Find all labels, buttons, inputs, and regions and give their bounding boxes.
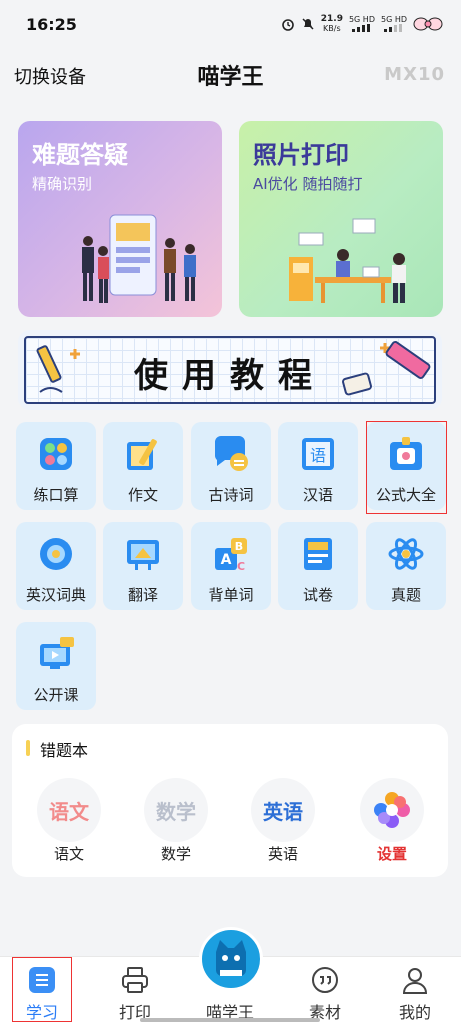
speed-value: 21.9: [320, 14, 343, 24]
switch-device-button[interactable]: 切换设备: [14, 63, 86, 89]
signal-2-label: 5G HD: [380, 14, 407, 24]
photo-print-card[interactable]: 照片打印 AI优化 随拍随打: [239, 121, 443, 317]
status-time: 16:25: [26, 14, 77, 34]
tool-label: 翻译: [127, 586, 158, 604]
tool-translate[interactable]: 翻译: [103, 522, 183, 610]
tool-past-papers[interactable]: 真题: [366, 522, 446, 610]
selection-highlight: [366, 421, 447, 514]
device-model-label: MX10: [384, 64, 445, 85]
tool-test-paper[interactable]: 试卷: [278, 522, 358, 610]
signal-1-label: 5G HD: [348, 14, 375, 24]
chinese-char-icon: 语: [302, 438, 334, 470]
battery-bow-icon: [413, 17, 443, 31]
subject-chinese[interactable]: 语文 语文: [29, 778, 109, 868]
nav-mine-label: 我的: [398, 1003, 431, 1022]
speed-unit: KB/s: [323, 24, 341, 33]
quote-bubble-icon: [312, 967, 338, 993]
tool-oral-arithmetic[interactable]: 练口算: [16, 422, 96, 510]
tool-label: 练口算: [33, 486, 79, 504]
svg-text:B: B: [235, 540, 243, 553]
nav-mine[interactable]: 我的: [380, 957, 450, 1024]
tool-dictionary[interactable]: 英汉词典: [16, 522, 96, 610]
translate-board-icon: [127, 540, 159, 570]
photo-print-card-subtitle: AI优化 随拍随打: [253, 175, 363, 193]
subject-label: 语文: [53, 845, 84, 863]
calculator-icon: [40, 438, 72, 470]
svg-text:C: C: [237, 560, 245, 573]
atom-icon: [388, 538, 424, 570]
alarm-icon: [281, 19, 294, 31]
qa-card[interactable]: 难题答疑 精确识别: [18, 121, 222, 317]
qa-illustration-icon: [82, 214, 196, 303]
subject-label: 英语: [267, 845, 298, 863]
subject-english-badge: 英语: [251, 778, 315, 842]
mute-icon: [302, 18, 314, 30]
tool-vocabulary[interactable]: ABC 背单词: [191, 522, 271, 610]
status-icons: 21.9 KB/s 5G HD 5G HD: [281, 15, 443, 34]
tool-poetry[interactable]: 古诗词: [191, 422, 271, 510]
nav-material[interactable]: 素材: [290, 957, 360, 1024]
tool-label: 英汉词典: [25, 586, 86, 604]
dictionary-icon: [40, 538, 72, 570]
nav-print[interactable]: 打印: [100, 957, 170, 1024]
tutorial-label: 使用教程: [134, 356, 326, 396]
tool-label: 背单词: [208, 586, 254, 604]
pencil-book-icon: [127, 439, 157, 470]
abc-blocks-icon: ABC: [215, 538, 247, 573]
signal-2: 5G HD: [381, 15, 407, 34]
mistake-notebook-title: 错题本: [40, 741, 89, 760]
subject-math-badge: 数学: [144, 778, 208, 842]
tool-label: 公开课: [33, 686, 79, 704]
test-paper-icon: [304, 538, 332, 570]
section-accent-bar: [26, 740, 30, 756]
settings-flower-icon: [360, 778, 424, 842]
subject-english[interactable]: 英语 英语: [243, 778, 323, 868]
subject-label: 设置: [376, 845, 407, 863]
cat-logo-button[interactable]: [199, 927, 263, 991]
status-bar: 16:25 21.9 KB/s 5G HD 5G HD: [0, 0, 461, 48]
video-lesson-icon: [40, 637, 74, 669]
signal-bars-icon: [351, 23, 370, 32]
printer-icon: [122, 967, 148, 993]
cat-logo-icon: [216, 940, 246, 976]
qa-card-title: 难题答疑: [32, 141, 128, 169]
subject-settings[interactable]: 设置: [352, 778, 432, 868]
subject-chinese-badge: 语文: [37, 778, 101, 842]
photo-print-card-title: 照片打印: [253, 141, 349, 169]
tutorial-banner[interactable]: 使用教程: [18, 330, 442, 410]
tool-label: 真题: [390, 586, 421, 604]
network-speed: 21.9 KB/s: [320, 14, 343, 34]
svg-text:语: 语: [310, 446, 326, 465]
app-header: 切换设备 喵学王 MX10: [0, 55, 461, 95]
svg-text:A: A: [221, 552, 232, 568]
nav-selection-highlight: [12, 957, 72, 1022]
tool-chinese[interactable]: 语 汉语: [278, 422, 358, 510]
subject-label: 数学: [160, 845, 191, 863]
tool-open-class[interactable]: 公开课: [16, 622, 96, 710]
chat-bubble-icon: [215, 436, 248, 471]
tool-label: 试卷: [302, 586, 333, 604]
tool-composition[interactable]: 作文: [103, 422, 183, 510]
qa-card-subtitle: 精确识别: [32, 175, 93, 193]
photo-print-illustration-icon: [289, 218, 406, 303]
user-profile-icon: [402, 968, 428, 994]
signal-bars-icon: [383, 23, 402, 32]
mistake-notebook-card: 错题本 语文 语文 数学 数学 英语 英语 设置: [12, 724, 448, 877]
subject-math[interactable]: 数学 数学: [136, 778, 216, 868]
signal-1: 5G HD: [349, 15, 375, 34]
tool-label: 汉语: [302, 486, 333, 504]
tool-label: 古诗词: [208, 486, 254, 504]
tool-label: 作文: [127, 486, 158, 504]
home-indicator: [140, 1018, 320, 1022]
